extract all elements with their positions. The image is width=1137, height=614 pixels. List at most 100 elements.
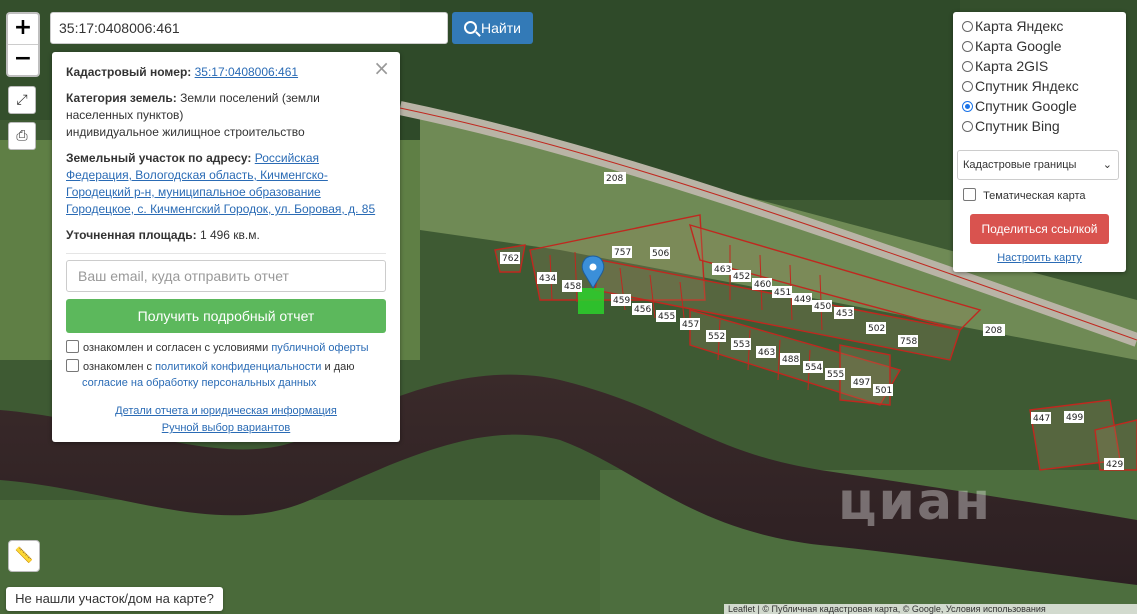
svg-text:450: 450 bbox=[814, 302, 831, 312]
radio-icon bbox=[962, 21, 973, 32]
parcel-label: 463 bbox=[756, 346, 776, 358]
svg-text:463: 463 bbox=[758, 348, 775, 358]
svg-text:449: 449 bbox=[794, 295, 811, 305]
radio-icon bbox=[962, 121, 973, 132]
parcel-label: 453 bbox=[834, 307, 854, 319]
parcel-label: 450 bbox=[812, 300, 832, 312]
search-button-label: Найти bbox=[481, 20, 521, 36]
fullscreen-button[interactable]: ⤢ bbox=[8, 86, 36, 114]
layer-option[interactable]: Карта Google bbox=[957, 36, 1122, 56]
print-button[interactable]: ⎙ bbox=[8, 122, 36, 150]
svg-text:553: 553 bbox=[733, 340, 750, 350]
parcel-label: 429 bbox=[1104, 458, 1124, 470]
layer-label: Спутник Bing bbox=[975, 118, 1060, 134]
layer-label: Карта Google bbox=[975, 38, 1062, 54]
manual-selection-link[interactable]: Ручной выбор вариантов bbox=[52, 420, 400, 437]
close-icon[interactable]: × bbox=[373, 56, 390, 80]
svg-text:460: 460 bbox=[754, 280, 771, 290]
zoom-in-button[interactable]: + bbox=[8, 14, 38, 44]
svg-text:555: 555 bbox=[827, 370, 844, 380]
parcel-label: 488 bbox=[780, 353, 800, 365]
search-icon bbox=[464, 21, 478, 34]
thematic-label: Тематическая карта bbox=[983, 190, 1086, 202]
layer-option[interactable]: Карта 2GIS bbox=[957, 56, 1122, 76]
svg-text:488: 488 bbox=[782, 355, 799, 365]
get-report-button[interactable]: Получить подробный отчет bbox=[66, 299, 386, 333]
layer-option[interactable]: Спутник Bing bbox=[957, 116, 1122, 136]
parcel-label: 499 bbox=[1064, 411, 1084, 423]
parcel-label: 457 bbox=[680, 318, 700, 330]
ruler-button[interactable]: 📏 bbox=[8, 540, 40, 572]
layer-label: Карта 2GIS bbox=[975, 58, 1049, 74]
not-found-button[interactable]: Не нашли участок/дом на карте? bbox=[6, 587, 223, 611]
svg-text:458: 458 bbox=[564, 282, 581, 292]
offer-checkbox[interactable] bbox=[66, 340, 79, 353]
parcel-label: 455 bbox=[656, 310, 676, 322]
share-link-button[interactable]: Поделиться ссылкой bbox=[970, 214, 1109, 244]
parcel-label: 762 bbox=[500, 252, 520, 264]
parcel-info-popup: × Кадастровый номер: 35:17:0408006:461 К… bbox=[52, 52, 400, 442]
radio-icon bbox=[962, 81, 973, 92]
svg-text:459: 459 bbox=[613, 296, 630, 306]
email-input[interactable]: Ваш email, куда отправить отчет bbox=[66, 260, 386, 292]
map-attribution: Leaflet | © Публичная кадастровая карта,… bbox=[724, 604, 1137, 614]
thematic-checkbox[interactable] bbox=[963, 188, 976, 201]
road-label: 208 bbox=[604, 172, 626, 184]
svg-text:455: 455 bbox=[658, 312, 675, 322]
svg-text:499: 499 bbox=[1066, 413, 1083, 423]
details-link[interactable]: Детали отчета и юридическая информация bbox=[52, 403, 400, 420]
parcel-label: 458 bbox=[562, 280, 582, 292]
overlay-select[interactable]: Кадастровые границы ⌄ bbox=[957, 150, 1119, 180]
svg-text:757: 757 bbox=[614, 248, 631, 258]
setup-map-link[interactable]: Настроить карту bbox=[997, 252, 1082, 264]
zoom-control: + − bbox=[6, 12, 40, 77]
consent-link[interactable]: согласие на обработку персональных данны… bbox=[82, 377, 316, 389]
svg-text:447: 447 bbox=[1033, 414, 1050, 424]
parcel-label: 447 bbox=[1031, 412, 1051, 424]
parcel-label: 552 bbox=[706, 330, 726, 342]
layer-option-selected[interactable]: Спутник Google bbox=[957, 96, 1122, 116]
privacy-text: ознакомлен с bbox=[83, 361, 153, 373]
svg-text:453: 453 bbox=[836, 309, 853, 319]
svg-text:552: 552 bbox=[708, 332, 725, 342]
watermark: циан bbox=[838, 472, 992, 532]
parcel-label: 555 bbox=[825, 368, 845, 380]
svg-text:208: 208 bbox=[606, 174, 623, 184]
cadastral-number-link[interactable]: 35:17:0408006:461 bbox=[195, 65, 298, 79]
privacy-link[interactable]: политикой конфиденциальности bbox=[155, 361, 321, 373]
radio-icon bbox=[962, 41, 973, 52]
svg-text:501: 501 bbox=[875, 386, 892, 396]
overlay-select-value: Кадастровые границы bbox=[963, 159, 1077, 171]
svg-text:554: 554 bbox=[805, 363, 822, 373]
parcel-label: 449 bbox=[792, 293, 812, 305]
chevron-down-icon: ⌄ bbox=[1102, 159, 1112, 171]
parcel-label: 463 bbox=[712, 263, 732, 275]
svg-text:457: 457 bbox=[682, 320, 699, 330]
parcel-label: 553 bbox=[731, 338, 751, 350]
svg-text:208: 208 bbox=[985, 326, 1002, 336]
layer-option[interactable]: Карта Яндекс bbox=[957, 16, 1122, 36]
layer-option[interactable]: Спутник Яндекс bbox=[957, 76, 1122, 96]
search-button[interactable]: Найти bbox=[452, 12, 533, 44]
svg-text:502: 502 bbox=[868, 324, 885, 334]
road-label: 208 bbox=[983, 324, 1005, 336]
parcel-label: 554 bbox=[803, 361, 823, 373]
radio-selected-icon bbox=[962, 101, 973, 112]
privacy-mid-text: и даю bbox=[324, 361, 355, 373]
privacy-checkbox[interactable] bbox=[66, 359, 79, 372]
parcel-label: 497 bbox=[851, 376, 871, 388]
layer-panel: Карта Яндекс Карта Google Карта 2GIS Спу… bbox=[953, 12, 1126, 272]
search-input[interactable]: 35:17:0408006:461 bbox=[50, 12, 448, 44]
parcel-label: 506 bbox=[650, 247, 670, 259]
radio-icon bbox=[962, 61, 973, 72]
cadastral-label: Кадастровый номер: bbox=[66, 65, 192, 79]
ruler-icon: 📏 bbox=[14, 547, 34, 564]
offer-text: ознакомлен и согласен с условиями bbox=[83, 342, 269, 354]
category-label: Категория земель: bbox=[66, 91, 177, 105]
zoom-out-button[interactable]: − bbox=[8, 44, 38, 75]
svg-text:451: 451 bbox=[774, 288, 791, 298]
divider bbox=[66, 253, 386, 254]
parcel-label: 501 bbox=[873, 384, 893, 396]
layer-label: Спутник Google bbox=[975, 98, 1077, 114]
offer-link[interactable]: публичной оферты bbox=[271, 342, 368, 354]
